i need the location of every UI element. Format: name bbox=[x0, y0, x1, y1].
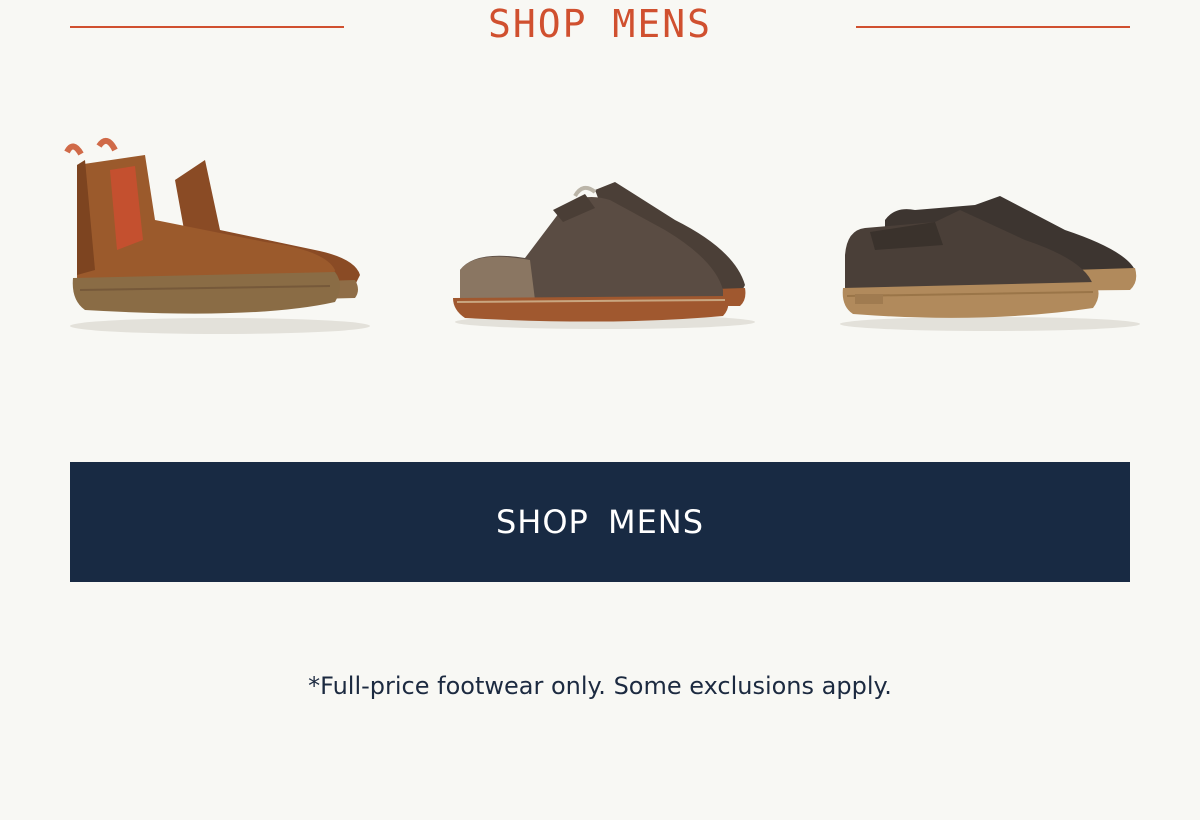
slip-on-sneaker-image bbox=[840, 196, 1140, 331]
section-header: SHOP MENS bbox=[70, 0, 1130, 54]
shop-mens-button-label: SHOP MENS bbox=[495, 503, 705, 541]
disclaimer-text: *Full-price footwear only. Some exclusio… bbox=[308, 672, 892, 700]
header-rule-right bbox=[856, 26, 1130, 28]
product-chelsea-boot[interactable] bbox=[55, 110, 385, 350]
section-title: SHOP MENS bbox=[488, 2, 712, 46]
shop-mens-button[interactable]: SHOP MENS bbox=[70, 462, 1130, 582]
mule-slide-image bbox=[453, 182, 755, 329]
product-slip-on[interactable] bbox=[825, 110, 1155, 350]
product-mule[interactable] bbox=[435, 110, 765, 350]
chelsea-boot-image bbox=[64, 137, 370, 334]
product-row bbox=[55, 110, 1145, 370]
